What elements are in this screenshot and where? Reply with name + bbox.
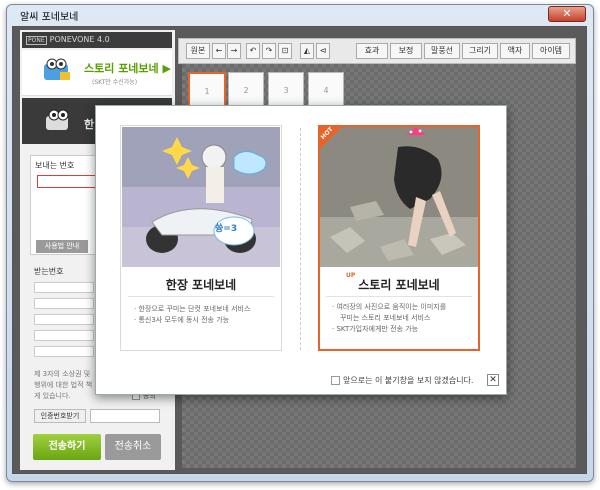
notice-line-1: 제 3자의 소상권 및 [34,370,91,378]
cards-separator [300,128,301,350]
receiver-number-label: 받는번호 [34,267,64,276]
sender-number-label: 보내는 번호 [35,161,75,170]
story-tab-sublabel: (SKT만 수신가능) [92,79,138,86]
hanjang-bullet-2-text: 통신3사 모두에 동시 전송 가능 [138,316,230,324]
hanjang-bullet-1-text: 한장으로 꾸미는 단컷 포네보네 서비스 [138,305,251,313]
flip-vertical-button[interactable]: ⊲ [316,43,330,59]
frame-strip: 1 2 3 4 [188,72,348,112]
story-bullet-2: · SKT가입자에게만 전송 가능 [332,325,419,333]
brand-bar: PONE PONEVONE 4.0 [22,32,172,48]
mascot-gray-icon [46,109,69,130]
legal-notice: 제 3자의 소상권 및 행위에 대한 법적 책 게 있습니다. [34,369,92,402]
story-bullets: · 여러장의 사진으로 움직이는 이미지를 꾸미는 스토리 포네보네 서비스 ·… [332,302,446,335]
story-bullet-2-text: SKT가입자에게만 전송 가능 [336,325,419,333]
brand-name: PONEVONE 4.0 [49,35,110,44]
receiver-input-3[interactable] [34,314,94,325]
sender-number-input[interactable] [37,175,97,188]
speech-bubble-button[interactable]: 말풍선 [424,43,460,59]
cancel-send-button[interactable]: 전송취소 [105,434,161,460]
story-bullet-1-text: 여러장의 사진으로 움직이는 이미지를 [336,303,447,311]
hanjang-card-title: 한장 포네보네 [165,278,237,292]
redo-arrow-button[interactable]: → [227,43,241,59]
story-bullet-1: · 여러장의 사진으로 움직이는 이미지를 [332,303,447,311]
story-card-title: 스토리 포네보네 [358,278,440,292]
original-button[interactable]: 원본 [186,43,210,59]
notice-line-2: 행위에 대한 법적 책 [34,381,93,389]
item-button[interactable]: 아이템 [532,43,570,59]
frame-button[interactable]: 액자 [500,43,530,59]
crop-button[interactable]: ⊡ [278,43,292,59]
hanjang-bullet-2: · 통신3사 모두에 동시 전송 가능 [134,316,230,324]
brand-logo-box: PONE [26,36,47,45]
window-title: 알씨 포네보네 [20,12,79,23]
receiver-input-1[interactable] [34,282,94,293]
rotate-right-button[interactable]: ↷ [262,43,276,59]
request-cert-button[interactable]: 인증번호받기 [34,409,86,423]
popup-close-button[interactable]: ✕ [487,374,499,386]
card-divider-2 [326,296,472,297]
hanjang-bullet-1: · 한장으로 꾸미는 단컷 포네보네 서비스 [134,305,251,313]
dont-show-again-checkbox[interactable] [331,376,340,385]
draw-button[interactable]: 그리기 [462,43,498,59]
receiver-input-5[interactable] [34,346,94,357]
flip-horizontal-button[interactable]: ◭ [300,43,314,59]
undo-arrow-button[interactable]: ← [212,43,226,59]
correction-button[interactable]: 보정 [390,43,422,59]
scooter-photo [122,127,280,267]
story-tab-label: 스토리 포네보네 ▶ [84,62,171,75]
notice-line-3: 게 있습니다. [34,392,71,400]
close-button[interactable]: ✕ [548,6,586,22]
hanjang-tab-label: 한 [84,118,95,131]
receiver-input-4[interactable] [34,330,94,341]
rotate-left-button[interactable]: ↶ [246,43,260,59]
send-button[interactable]: 전송하기 [33,434,101,460]
speech-bubble-text: 쓩=3 [215,224,238,234]
cert-number-input[interactable] [90,409,160,423]
camera-mascot-icon [44,58,70,80]
dont-show-again-label: 앞으로는 이 붙기창을 보지 않겠습니다. [343,376,474,385]
hanjang-bullets: · 한장으로 꾸미는 단컷 포네보네 서비스 · 통신3사 모두에 동시 전송 … [134,304,250,326]
receiver-input-2[interactable] [34,298,94,309]
story-bullet-1-cont: 꾸미는 스토리 포네보네 서비스 [340,314,431,322]
effect-button[interactable]: 효과 [356,43,388,59]
card-divider [128,296,274,297]
usage-guide-button[interactable]: 사용법 안내 [36,240,88,253]
